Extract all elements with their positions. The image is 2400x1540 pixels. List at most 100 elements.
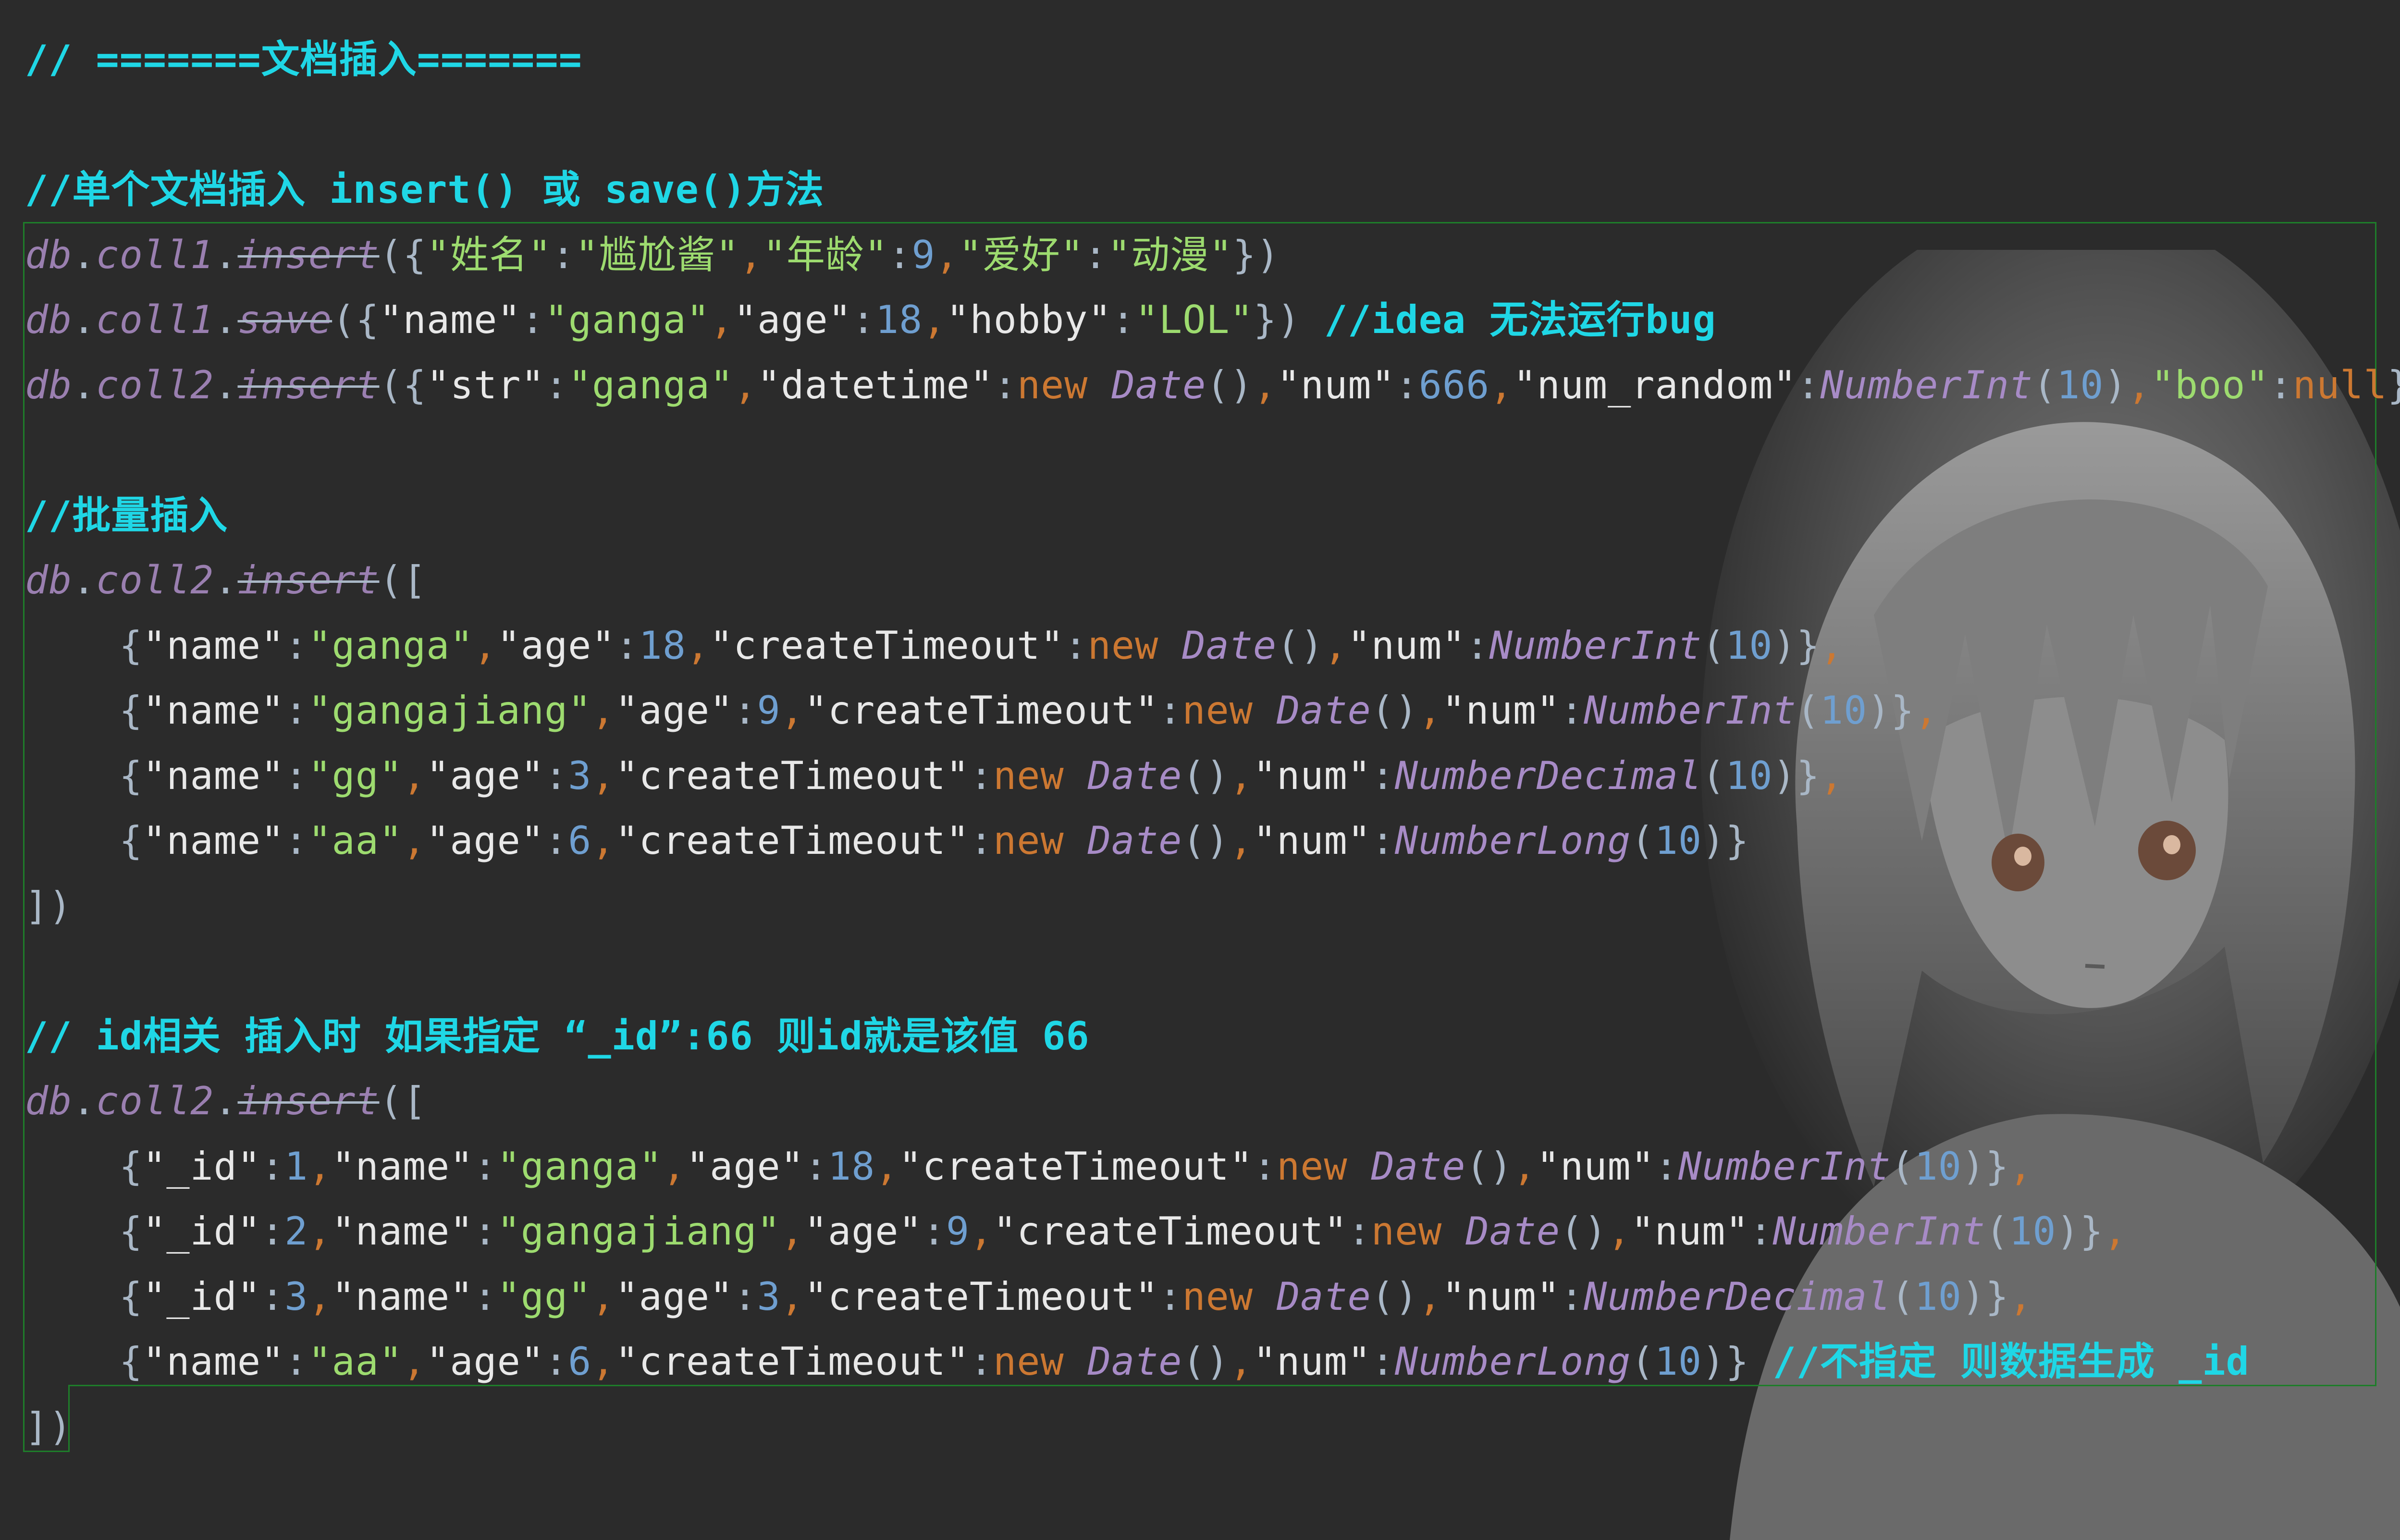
code-token: 10 [1725, 623, 1773, 668]
code-token: 10 [1820, 688, 1868, 733]
code-token: , [1418, 1274, 1442, 1319]
code-line[interactable]: db.coll1.save({"name":"ganga","age":18,"… [25, 287, 1716, 353]
code-token: () [1560, 1209, 1608, 1254]
code-token: , [591, 753, 615, 798]
code-line[interactable]: //批量插入 [25, 483, 228, 548]
code-token: . [214, 297, 238, 342]
code-token: "createTimeout" [804, 1274, 1159, 1319]
code-token: coll1 [96, 297, 214, 342]
code-token: , [402, 818, 427, 863]
code-line[interactable]: db.coll1.insert({"姓名":"尴尬酱","年龄":9,"爱好":… [25, 222, 1280, 288]
code-token: ( [1631, 1339, 1655, 1384]
code-token: : [1749, 1209, 1773, 1254]
code-editor[interactable]: // =======文档插入======= //单个文档插入 insert() 或… [0, 0, 2400, 1540]
code-token: Date [1087, 818, 1182, 863]
code-token: )} [1702, 818, 1749, 863]
code-token: "gg" [497, 1274, 592, 1319]
code-line[interactable]: {"_id":1,"name":"ganga","age":18,"create… [25, 1134, 2032, 1199]
code-token: , [591, 818, 615, 863]
code-line[interactable]: ]) [25, 874, 72, 939]
code-line[interactable]: db.coll2.insert([ [25, 548, 427, 613]
code-token: , [591, 1339, 615, 1384]
code-token: , [308, 1209, 332, 1254]
code-token: ( [1702, 623, 1726, 668]
code-token: "name" [332, 1274, 474, 1319]
code-token: Date [1111, 362, 1206, 407]
code-token: , [1513, 1144, 1537, 1189]
code-line[interactable]: {"name":"aa","age":6,"createTimeout":new… [25, 1329, 2250, 1394]
code-token: 6 [568, 818, 592, 863]
code-token: "ganga" [308, 623, 474, 668]
code-token: () [1371, 688, 1419, 733]
code-token: () [1371, 1274, 1419, 1319]
code-line[interactable]: db.coll2.insert({"str":"ganga","datetime… [25, 353, 2400, 418]
code-token: ( [1796, 688, 1820, 733]
code-line[interactable]: db.coll2.insert([ [25, 1069, 427, 1134]
code-token: coll2 [96, 362, 214, 407]
code-token: , [473, 623, 497, 668]
code-token: NumberDecimal [1394, 753, 1702, 798]
code-line[interactable]: ]) [25, 1394, 72, 1460]
code-token: )} [1867, 688, 1915, 733]
code-token: , [591, 688, 615, 733]
code-token: , [2127, 362, 2151, 407]
code-line[interactable]: {"_id":3,"name":"gg","age":3,"createTime… [25, 1264, 2032, 1330]
code-line[interactable]: {"name":"gg","age":3,"createTimeout":new… [25, 743, 1844, 809]
code-token: { [119, 623, 143, 668]
code-line[interactable]: // =======文档插入======= [25, 27, 582, 92]
code-token: // =======文档插入======= [25, 37, 582, 82]
code-token: , [662, 1144, 686, 1189]
code-token: : [1158, 688, 1182, 733]
code-line[interactable]: {"name":"gangajiang","age":9,"createTime… [25, 678, 1938, 743]
code-token: "createTimeout" [615, 818, 970, 863]
code-token: { [119, 1209, 143, 1254]
code-token: "name" [143, 818, 285, 863]
code-token: NumberInt [1772, 1209, 1986, 1254]
code-token: new [1182, 688, 1277, 733]
code-line[interactable]: {"_id":2,"name":"gangajiang","age":9,"cr… [25, 1199, 2127, 1264]
code-token: "str" [426, 362, 545, 407]
code-token: new [1371, 1209, 1466, 1254]
code-token: : [473, 1274, 497, 1319]
code-token: 10 [1654, 1339, 1702, 1384]
code-token: , [1418, 688, 1442, 733]
code-token: "createTimeout" [993, 1209, 1348, 1254]
code-line[interactable]: {"name":"aa","age":6,"createTimeout":new… [25, 808, 1749, 874]
code-token: NumberInt [1489, 623, 1702, 668]
code-token: )} [1772, 623, 1820, 668]
code-token: "age" [686, 1144, 804, 1189]
code-token: : [1654, 1144, 1678, 1189]
code-token: "name" [143, 753, 285, 798]
code-token: new [1182, 1274, 1277, 1319]
code-token: : [284, 818, 308, 863]
code-token: new [993, 753, 1088, 798]
code-token: //idea 无法运行bug [1324, 297, 1716, 342]
code-token: : [1797, 362, 1821, 407]
code-token: : [1371, 1339, 1395, 1384]
code-token: , [875, 1144, 899, 1189]
code-line[interactable]: // id相关 插入时 如果指定 “_id”:66 则id就是该值 66 [25, 1004, 1090, 1069]
code-token: "动漫" [1108, 232, 1233, 277]
code-token: : [888, 232, 912, 277]
code-token: 6 [568, 1339, 592, 1384]
code-token: 10 [1725, 753, 1773, 798]
code-line[interactable]: //单个文档插入 insert() 或 save()方法 [25, 157, 824, 222]
code-token: , [739, 232, 763, 277]
code-token: : [473, 1209, 497, 1254]
code-token: : [1371, 818, 1395, 863]
code-token: save [237, 297, 332, 342]
code-token: )} [1961, 1144, 2009, 1189]
code-token: 3 [568, 753, 592, 798]
code-token: "age" [615, 688, 734, 733]
code-token: : [284, 688, 308, 733]
code-token: "name" [332, 1209, 474, 1254]
code-token: }) [1232, 232, 1280, 277]
code-token: db [25, 558, 73, 603]
code-token: : [1560, 1274, 1584, 1319]
code-line[interactable]: {"name":"ganga","age":18,"createTimeout"… [25, 613, 1844, 678]
code-token: ( [2033, 362, 2057, 407]
code-token: : [284, 623, 308, 668]
code-token: 666 [1418, 362, 1490, 407]
code-token: . [72, 558, 96, 603]
code-token: : [733, 1274, 757, 1319]
